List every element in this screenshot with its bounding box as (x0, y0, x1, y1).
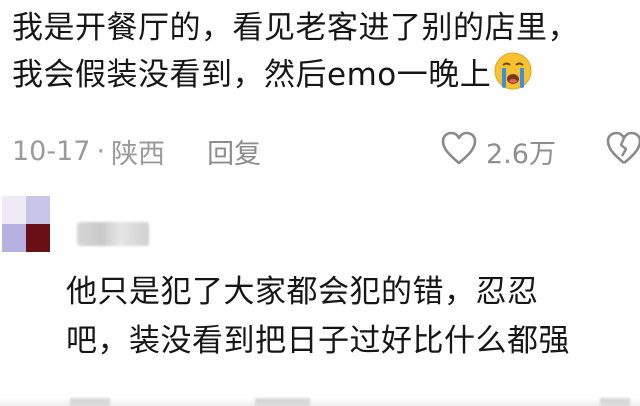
reply-line-1: 他只是犯了大家都会犯的错，忍忍 (66, 274, 539, 310)
reply-line-2: 吧，装没看到把日子过好比什么都强 (66, 323, 570, 359)
broken-heart-icon (604, 130, 640, 173)
dislike-button[interactable] (604, 131, 640, 171)
comment-location: 陕西 (111, 138, 166, 170)
meta-separator: · (96, 135, 106, 167)
reply-button[interactable]: 回复 (207, 132, 261, 171)
like-count: 2.6万 (486, 138, 556, 170)
comment-body: 我是开餐厅的，看见老客进了别的店里， 我会假装没看到，然后emo一晚上 (12, 6, 612, 104)
cropped-meta-fragment (70, 398, 110, 406)
cropped-meta-fragment (600, 398, 630, 406)
cropped-meta-fragment (255, 398, 310, 406)
comment-line-2-text: 我会假装没看到，然后emo一晚上 (12, 57, 492, 93)
like-button[interactable]: 2.6万 (440, 131, 556, 171)
heart-icon (440, 130, 478, 173)
comment-meta: 10-17 · 陕西 回复 2.6万 (12, 131, 640, 171)
avatar[interactable] (2, 196, 50, 252)
reply-comment-body: 他只是犯了大家都会犯的错，忍忍 吧，装没看到把日子过好比什么都强 (66, 268, 626, 366)
comment-date: 10-17 (12, 135, 91, 167)
comment-line-1: 我是开餐厅的，看见老客进了别的店里， (12, 10, 579, 46)
comment-line-2: 我会假装没看到，然后emo一晚上 (12, 51, 612, 104)
username-blurred[interactable] (77, 222, 149, 246)
crying-face-icon (493, 51, 533, 104)
